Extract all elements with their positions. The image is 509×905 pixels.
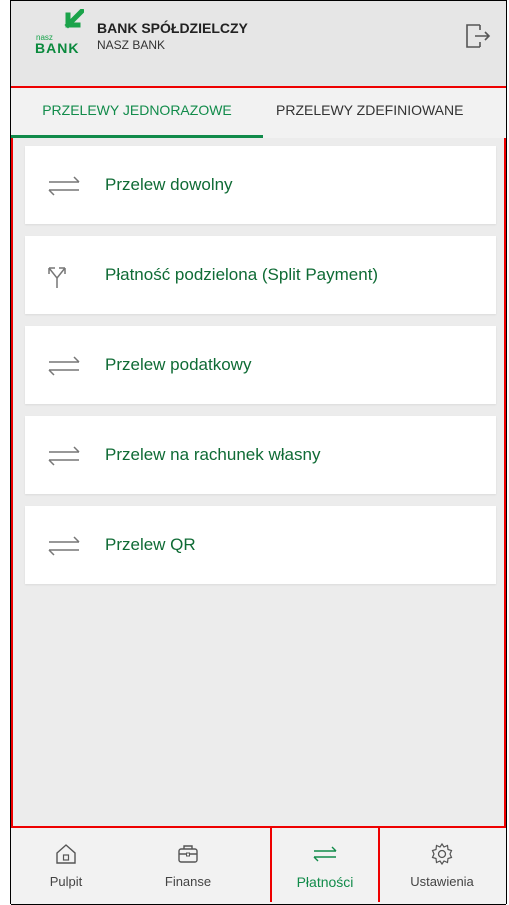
nav-finanse[interactable]: Finanse [133, 828, 243, 902]
list-item-przelew-dowolny[interactable]: Przelew dowolny [25, 146, 496, 224]
bottom-navigation: Pulpit Finanse Płatności Ustawienia [11, 828, 506, 905]
transfer-list: Przelew dowolny Płatność podzielona (Spl… [11, 138, 506, 828]
list-item-label: Przelew na rachunek własny [105, 445, 321, 464]
list-item-split-payment[interactable]: Płatność podzielona (Split Payment) [25, 236, 496, 314]
list-item-przelew-podatkowy[interactable]: Przelew podatkowy [25, 326, 496, 404]
bank-subtitle: NASZ BANK [97, 38, 166, 52]
logo-big-text: BANK [35, 40, 80, 56]
nav-platnosci[interactable]: Płatności [270, 828, 380, 902]
tab-label: PRZELEWY ZDEFINIOWANE [276, 102, 464, 118]
tab-przelewy-jednorazowe[interactable]: PRZELEWY JEDNORAZOWE [11, 88, 263, 138]
briefcase-icon [178, 845, 198, 863]
nav-label: Finanse [164, 874, 212, 889]
bank-name: BANK SPÓŁDZIELCZY [97, 20, 248, 36]
list-item-label: Płatność podzielona (Split Payment) [105, 265, 379, 284]
transfer-arrows-icon [48, 536, 80, 556]
logo-arrow-icon [64, 9, 84, 29]
logout-icon[interactable] [462, 21, 492, 51]
nav-label: Płatności [296, 874, 354, 890]
list-item-label: Przelew dowolny [105, 175, 233, 194]
split-arrows-icon [48, 267, 66, 288]
nav-label: Pulpit [49, 874, 83, 889]
list-item-przelew-qr[interactable]: Przelew QR [25, 506, 496, 584]
tab-bar: PRZELEWY JEDNORAZOWE PRZELEWY ZDEFINIOWA… [11, 86, 506, 138]
bank-logo: nasz BANK [35, 9, 84, 56]
transfer-arrows-icon [48, 356, 80, 376]
list-item-label: Przelew QR [105, 535, 196, 554]
app-frame: nasz BANK BANK SPÓŁDZIELCZY NASZ BANK PR… [10, 0, 507, 905]
list-item-przelew-wlasny[interactable]: Przelew na rachunek własny [25, 416, 496, 494]
tab-label: PRZELEWY JEDNORAZOWE [42, 102, 232, 118]
nav-pulpit[interactable]: Pulpit [11, 828, 121, 902]
transfer-arrows-icon [48, 176, 80, 196]
home-icon [56, 844, 76, 864]
list-item-label: Przelew podatkowy [105, 355, 252, 374]
transfer-arrows-icon [313, 846, 337, 862]
nav-ustawienia[interactable]: Ustawienia [387, 828, 497, 902]
transfer-arrows-icon [48, 446, 80, 466]
nav-label: Ustawienia [410, 874, 474, 889]
app-header: nasz BANK BANK SPÓŁDZIELCZY NASZ BANK [11, 0, 506, 87]
tab-przelewy-zdefiniowane[interactable]: PRZELEWY ZDEFINIOWANE [276, 88, 463, 138]
gear-icon [431, 842, 453, 866]
